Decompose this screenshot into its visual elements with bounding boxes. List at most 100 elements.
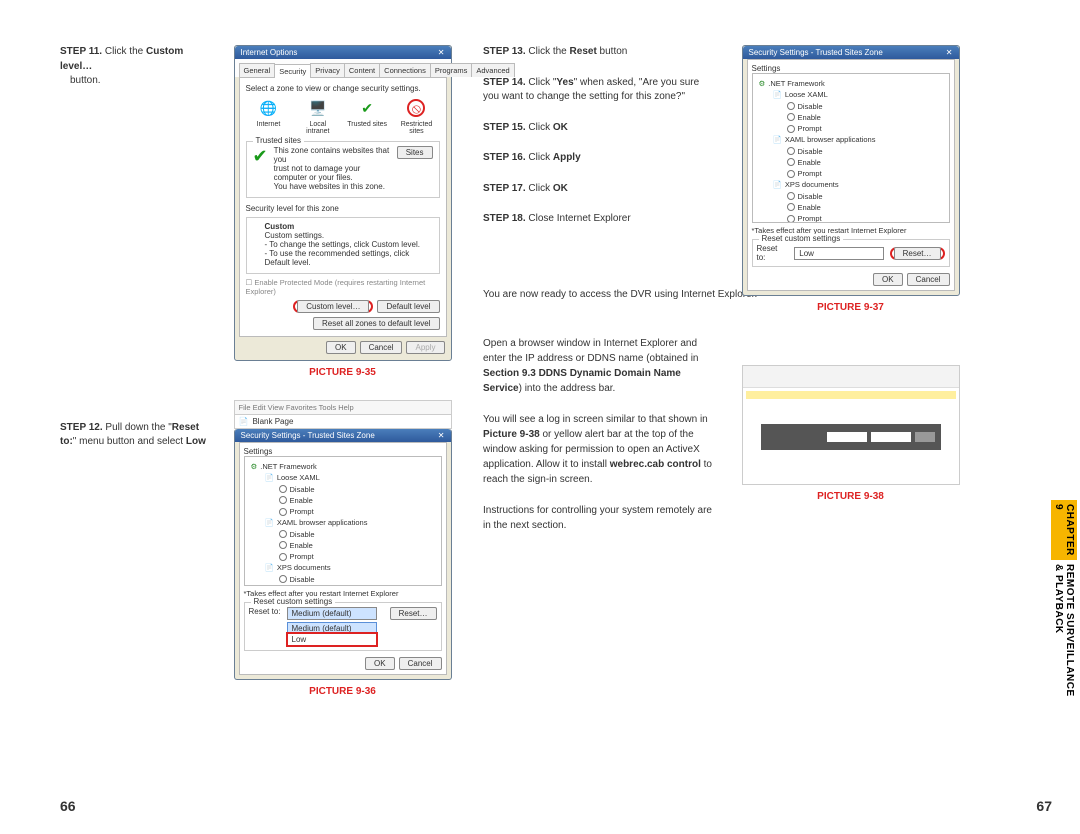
reset-to-label: Reset to: bbox=[757, 244, 789, 262]
browser-toolbar bbox=[743, 366, 959, 388]
figure-9-36: File Edit View Favorites Tools Help 📄Bla… bbox=[230, 400, 455, 697]
login-username-field[interactable] bbox=[827, 432, 867, 442]
step-11: STEP 11. Click the Custom level… button. bbox=[60, 45, 210, 89]
page-content: STEP 11. Click the Custom level… button.… bbox=[60, 45, 1050, 765]
protected-mode-checkbox[interactable]: ☐ Enable Protected Mode (requires restar… bbox=[246, 278, 440, 296]
figure-9-35: Internet Options ✕ General Security Priv… bbox=[230, 45, 455, 378]
security-settings-dialog-37: Security Settings - Trusted Sites Zone ✕… bbox=[742, 45, 960, 296]
custom-level-button[interactable]: Custom level… bbox=[297, 300, 369, 313]
ok-button[interactable]: OK bbox=[873, 273, 903, 286]
paragraph-open-browser: Open a browser window in Internet Explor… bbox=[483, 336, 713, 396]
reset-to-dropdown[interactable]: Medium (default) bbox=[287, 607, 377, 620]
zone-trusted-sites[interactable]: ✔Trusted sites bbox=[346, 97, 388, 135]
chapter-tab: CHAPTER 9 REMOTE SURVEILLANCE & PLAYBACK bbox=[1054, 500, 1074, 710]
page-number-right: 67 bbox=[1036, 798, 1052, 814]
sites-button[interactable]: Sites bbox=[397, 146, 433, 159]
step-18: STEP 18. Close Internet Explorer bbox=[483, 212, 713, 227]
figure-9-38: PICTURE 9-38 bbox=[738, 365, 963, 502]
caption-9-37: PICTURE 9-37 bbox=[817, 302, 884, 313]
instructions-right: STEP 13. Click the Reset button STEP 14.… bbox=[483, 45, 713, 765]
reset-button[interactable]: Reset… bbox=[894, 247, 941, 260]
browser-menubar: File Edit View Favorites Tools Help bbox=[234, 400, 452, 415]
close-icon[interactable]: ✕ bbox=[438, 48, 445, 57]
step-16: STEP 16. Click Apply bbox=[483, 151, 713, 166]
tab-privacy[interactable]: Privacy bbox=[310, 63, 345, 77]
settings-tree[interactable]: ⚙.NET Framework 📄Loose XAML Disable Enab… bbox=[752, 73, 950, 223]
globe-icon: 🌐 bbox=[258, 97, 280, 119]
figures-left: Internet Options ✕ General Security Priv… bbox=[230, 45, 455, 765]
security-settings-dialog-36: Security Settings - Trusted Sites Zone ✕… bbox=[234, 429, 452, 680]
dialog-title: Security Settings - Trusted Sites Zone bbox=[749, 48, 883, 57]
cancel-button[interactable]: Cancel bbox=[360, 341, 403, 354]
close-icon[interactable]: ✕ bbox=[438, 431, 445, 440]
internet-options-dialog: Internet Options ✕ General Security Priv… bbox=[234, 45, 452, 361]
login-password-field[interactable] bbox=[871, 432, 911, 442]
highlight-reset: Reset… bbox=[890, 247, 945, 260]
ok-button[interactable]: OK bbox=[326, 341, 356, 354]
checkmark-icon: ✔ bbox=[253, 146, 268, 167]
instructions-left: STEP 11. Click the Custom level… button.… bbox=[60, 45, 210, 765]
dialog-title: Internet Options bbox=[241, 48, 298, 57]
login-bar bbox=[761, 424, 941, 450]
page-numbers: 66 67 bbox=[60, 798, 1052, 814]
xaml-icon: 📄 bbox=[265, 472, 274, 483]
settings-label: Settings bbox=[752, 64, 950, 73]
tab-security[interactable]: Security bbox=[274, 64, 311, 78]
tab-programs[interactable]: Programs bbox=[430, 63, 473, 77]
browser-window bbox=[742, 365, 960, 485]
restricted-icon: ⦸ bbox=[405, 97, 427, 119]
cancel-button[interactable]: Cancel bbox=[907, 273, 950, 286]
cancel-button[interactable]: Cancel bbox=[399, 657, 442, 670]
tab-connections[interactable]: Connections bbox=[379, 63, 431, 77]
caption-9-35: PICTURE 9-35 bbox=[309, 367, 376, 378]
tab-content[interactable]: Content bbox=[344, 63, 380, 77]
dialog-titlebar: Internet Options ✕ bbox=[235, 46, 451, 59]
activex-alert-bar[interactable] bbox=[746, 391, 956, 399]
step-13: STEP 13. Click the Reset button bbox=[483, 45, 713, 60]
close-icon[interactable]: ✕ bbox=[946, 48, 953, 57]
step-17: STEP 17. Click OK bbox=[483, 182, 713, 197]
dialog-tabs: General Security Privacy Content Connect… bbox=[235, 59, 451, 77]
option-low[interactable]: Low bbox=[288, 634, 376, 645]
trusted-sites-group: Trusted sites ✔ This zone contains websi… bbox=[246, 141, 440, 198]
step-14: STEP 14. Click "Yes" when asked, "Are yo… bbox=[483, 76, 713, 105]
folder-icon: ⚙ bbox=[251, 461, 258, 472]
tab-general[interactable]: General bbox=[239, 63, 276, 77]
page-number-left: 66 bbox=[60, 798, 76, 814]
reset-all-zones-button[interactable]: Reset all zones to default level bbox=[313, 317, 440, 330]
caption-9-38: PICTURE 9-38 bbox=[817, 491, 884, 502]
zone-list: 🌐Internet 🖥️Local intranet ✔Trusted site… bbox=[248, 97, 438, 135]
reset-to-dropdown[interactable]: Low bbox=[794, 247, 883, 260]
caption-9-36: PICTURE 9-36 bbox=[309, 686, 376, 697]
custom-settings-group: Custom Custom settings. - To change the … bbox=[246, 217, 440, 274]
login-button[interactable] bbox=[915, 432, 935, 442]
reset-to-label: Reset to: bbox=[249, 607, 281, 616]
paragraph-instructions-next: Instructions for controlling your system… bbox=[483, 503, 713, 533]
step-12: STEP 12. Pull down the "Reset to:" menu … bbox=[60, 421, 210, 450]
zone-local-intranet[interactable]: 🖥️Local intranet bbox=[297, 97, 339, 135]
browser-tab: 📄Blank Page bbox=[234, 415, 452, 429]
dialog-title: Security Settings - Trusted Sites Zone bbox=[241, 431, 375, 440]
figures-right: Security Settings - Trusted Sites Zone ✕… bbox=[738, 45, 963, 765]
zone-prompt: Select a zone to view or change security… bbox=[246, 84, 440, 93]
intranet-icon: 🖥️ bbox=[307, 97, 329, 119]
settings-tree[interactable]: ⚙.NET Framework 📄Loose XAML Disable Enab… bbox=[244, 456, 442, 586]
settings-label: Settings bbox=[244, 447, 442, 456]
check-icon: ✔ bbox=[356, 97, 378, 119]
default-level-button[interactable]: Default level bbox=[377, 300, 439, 313]
highlight-custom-level: Custom level… bbox=[293, 300, 373, 313]
zone-internet[interactable]: 🌐Internet bbox=[248, 97, 290, 135]
ok-button[interactable]: OK bbox=[365, 657, 395, 670]
paragraph-login-screen: You will see a log in screen similar to … bbox=[483, 412, 713, 487]
page-icon: 📄 bbox=[239, 417, 249, 426]
reset-custom-group: Reset custom settings Reset to: Medium (… bbox=[244, 602, 442, 651]
reset-button[interactable]: Reset… bbox=[390, 607, 437, 620]
xaml-browser-icon: 📄 bbox=[265, 517, 274, 528]
security-level-label: Security level for this zone bbox=[246, 204, 440, 213]
step-15: STEP 15. Click OK bbox=[483, 121, 713, 136]
apply-button[interactable]: Apply bbox=[406, 341, 444, 354]
reset-to-dropdown-list[interactable]: Medium (default) Low bbox=[287, 622, 377, 646]
figure-9-37: Security Settings - Trusted Sites Zone ✕… bbox=[738, 45, 963, 313]
zone-restricted-sites[interactable]: ⦸Restricted sites bbox=[395, 97, 437, 135]
xps-icon: 📄 bbox=[265, 562, 274, 573]
